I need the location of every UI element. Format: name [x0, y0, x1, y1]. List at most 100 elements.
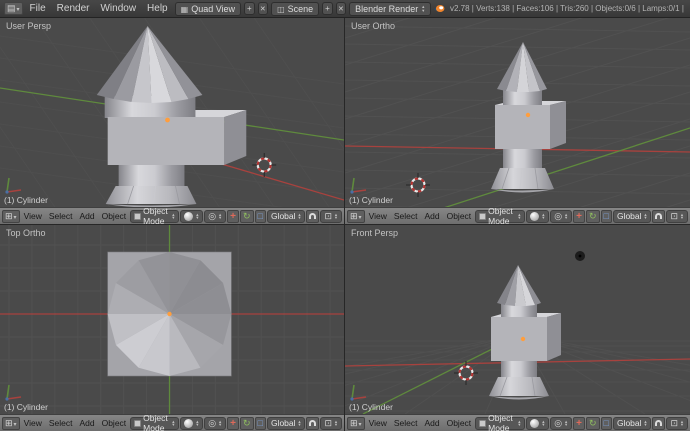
- menu-window[interactable]: Window: [96, 3, 140, 14]
- pivot-dropdown[interactable]: [204, 210, 226, 223]
- magnet-icon: [655, 420, 662, 426]
- menu-help[interactable]: Help: [143, 3, 172, 14]
- menu-view[interactable]: View: [21, 211, 45, 221]
- add-layout-button[interactable]: [244, 2, 255, 15]
- close-layout-button[interactable]: [258, 2, 269, 15]
- manipulator-translate-button[interactable]: [227, 417, 239, 430]
- manipulator-rotate-button[interactable]: [240, 417, 254, 430]
- menu-select[interactable]: Select: [46, 418, 76, 428]
- menu-object[interactable]: Object: [444, 211, 475, 221]
- menu-select[interactable]: Select: [391, 211, 421, 221]
- snap-element-dropdown[interactable]: [666, 210, 688, 223]
- manipulator-rotate-button[interactable]: [586, 210, 600, 223]
- menu-add[interactable]: Add: [421, 211, 442, 221]
- manipulator-translate-button[interactable]: [573, 210, 585, 223]
- manipulator-scale-button[interactable]: [601, 210, 612, 223]
- menu-add[interactable]: Add: [421, 418, 442, 428]
- mode-dropdown[interactable]: Object Mode: [130, 210, 179, 223]
- editor-type-button[interactable]: [2, 210, 20, 223]
- dropdown-arrows-icon: [195, 420, 199, 427]
- active-object-label: (1) Cylinder: [4, 195, 48, 205]
- menu-render[interactable]: Render: [53, 3, 94, 14]
- manipulator-scale-button[interactable]: [255, 417, 266, 430]
- editor-3dview-icon: [350, 418, 358, 429]
- menu-object[interactable]: Object: [444, 418, 475, 428]
- mode-dropdown[interactable]: Object Mode: [130, 417, 179, 430]
- shading-sphere-icon: [530, 419, 539, 428]
- dropdown-arrows-icon: [298, 420, 302, 427]
- manipulator-rotate-button[interactable]: [586, 417, 600, 430]
- render-engine-selector[interactable]: Blender Render: [349, 2, 431, 16]
- manipulator-scale-button[interactable]: [255, 210, 266, 223]
- mini-axis-gizmo: [349, 177, 369, 195]
- shading-sphere-icon: [530, 212, 539, 221]
- screen-layout-icon: [181, 4, 189, 14]
- dropdown-arrows-icon: [517, 420, 521, 427]
- orientation-label: Global: [617, 211, 642, 221]
- shading-dropdown[interactable]: [180, 210, 203, 223]
- cursor-3d[interactable]: [406, 173, 430, 197]
- dropdown-arrows-icon: [421, 5, 425, 12]
- scene-selector[interactable]: Scene: [271, 2, 319, 16]
- shading-dropdown[interactable]: [526, 210, 549, 223]
- dropdown-arrows-icon: [564, 213, 568, 220]
- snap-magnet-button[interactable]: [652, 210, 665, 223]
- dropdown-arrows-icon: [517, 213, 521, 220]
- orientation-dropdown[interactable]: Global: [267, 417, 306, 430]
- menu-object[interactable]: Object: [99, 418, 130, 428]
- manipulator-translate-button[interactable]: [227, 210, 239, 223]
- snap-magnet-button[interactable]: [306, 417, 319, 430]
- rocket-model[interactable]: [489, 265, 561, 400]
- editor-type-button[interactable]: [347, 417, 365, 430]
- object-mode-icon: [134, 420, 141, 427]
- menu-select[interactable]: Select: [391, 418, 421, 428]
- manipulator-scale-button[interactable]: [601, 417, 612, 430]
- menu-add[interactable]: Add: [76, 211, 97, 221]
- viewport-top-ortho-canvas[interactable]: Top Ortho (1) Cylinder: [0, 225, 344, 414]
- close-scene-button[interactable]: [336, 2, 347, 15]
- snap-element-icon: [324, 418, 332, 429]
- add-scene-button[interactable]: [322, 2, 333, 15]
- viewport-corner-info: (1) Cylinder: [349, 177, 393, 205]
- snap-magnet-button[interactable]: [652, 417, 665, 430]
- rocket-model[interactable]: [108, 252, 232, 376]
- active-object-label: (1) Cylinder: [349, 402, 393, 412]
- pivot-dropdown[interactable]: [204, 417, 226, 430]
- menu-view[interactable]: View: [366, 211, 390, 221]
- pivot-dropdown[interactable]: [550, 417, 572, 430]
- lamp-object[interactable]: [575, 251, 585, 261]
- magnet-icon: [655, 213, 662, 219]
- snap-magnet-button[interactable]: [306, 210, 319, 223]
- mode-dropdown[interactable]: Object Mode: [475, 210, 525, 223]
- orientation-dropdown[interactable]: Global: [267, 210, 306, 223]
- shading-dropdown[interactable]: [526, 417, 549, 430]
- menu-object[interactable]: Object: [99, 211, 130, 221]
- cursor-3d[interactable]: [454, 361, 478, 385]
- viewport-user-persp-canvas[interactable]: User Persp (1) Cylinder: [0, 18, 344, 207]
- snap-element-dropdown[interactable]: [320, 210, 342, 223]
- engine-value: Blender Render: [355, 4, 418, 14]
- viewport-front-persp-canvas[interactable]: Front Persp (1) Cylinder: [345, 225, 690, 414]
- mode-dropdown[interactable]: Object Mode: [475, 417, 525, 430]
- shading-dropdown[interactable]: [180, 417, 203, 430]
- editor-type-button[interactable]: [2, 417, 20, 430]
- orientation-dropdown[interactable]: Global: [613, 417, 652, 430]
- editor-type-button[interactable]: [4, 2, 23, 15]
- menu-select[interactable]: Select: [46, 211, 76, 221]
- snap-element-dropdown[interactable]: [320, 417, 342, 430]
- editor-3dview-icon: [5, 418, 13, 429]
- menu-view[interactable]: View: [366, 418, 390, 428]
- snap-element-dropdown[interactable]: [666, 417, 688, 430]
- manipulator-rotate-button[interactable]: [240, 210, 254, 223]
- menu-file[interactable]: File: [26, 3, 50, 14]
- manipulator-translate-button[interactable]: [573, 417, 585, 430]
- screen-layout-selector[interactable]: Quad View: [175, 2, 241, 16]
- orientation-dropdown[interactable]: Global: [613, 210, 652, 223]
- viewport-user-ortho-canvas[interactable]: User Ortho (1) Cylinder: [345, 18, 690, 207]
- pivot-dropdown[interactable]: [550, 210, 572, 223]
- snap-element-icon: [670, 418, 678, 429]
- viewport-header: View Select Add Object Object Mode Globa…: [345, 414, 690, 431]
- menu-add[interactable]: Add: [76, 418, 97, 428]
- menu-view[interactable]: View: [21, 418, 45, 428]
- editor-type-button[interactable]: [347, 210, 365, 223]
